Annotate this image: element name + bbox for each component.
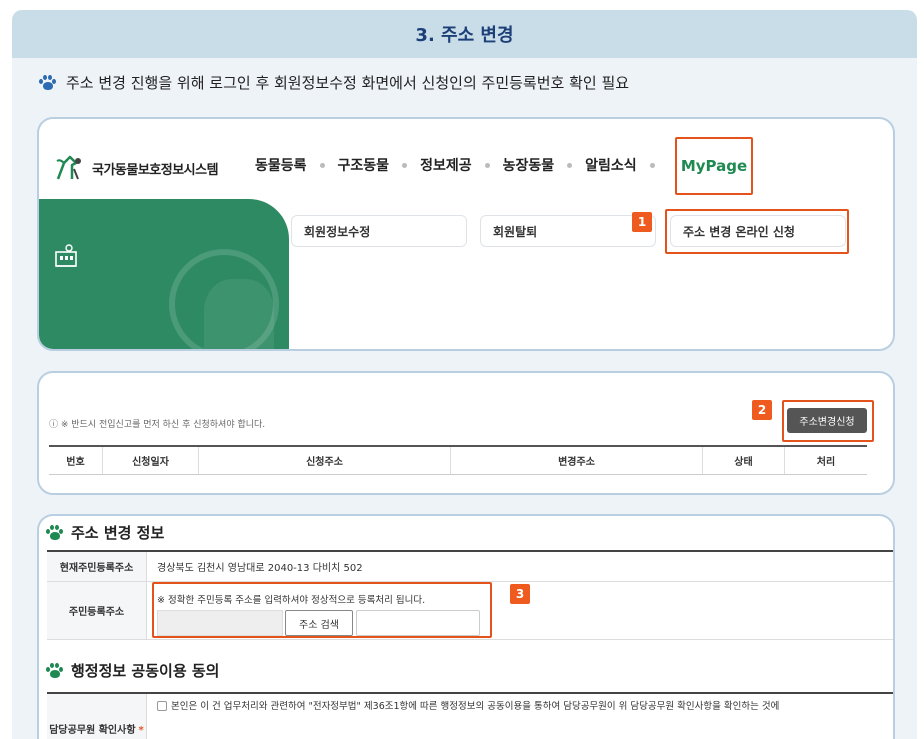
nav-item-registration[interactable]: 동물등록 (255, 155, 307, 175)
consent-text-cell: 본인은 이 건 업무처리와 관련하여 "전자정부법" 제36조1항에 따른 행정… (147, 694, 779, 739)
highlight-box-1 (665, 209, 849, 254)
current-address-row: 현재주민등록주소 경상북도 김천시 영남대로 2040-13 다비치 502 (47, 550, 893, 582)
section-title: 3. 주소 변경 (415, 25, 514, 46)
submenu-withdraw[interactable]: 회원탈퇴 (480, 215, 656, 247)
column-header: 상태 (703, 447, 785, 474)
column-header: 변경주소 (451, 447, 703, 474)
nav-item-info[interactable]: 정보제공 (420, 155, 472, 175)
address-info-title: 주소 변경 정보 (71, 524, 165, 542)
current-address-label: 현재주민등록주소 (47, 552, 147, 581)
animal-silhouette (204, 279, 274, 349)
step-badge-1: 1 (632, 212, 652, 232)
address-info-heading: 주소 변경 정보 (45, 522, 164, 543)
nav-separator (319, 162, 325, 168)
consent-text: 본인은 이 건 업무처리와 관련하여 "전자정부법" 제36조1항에 따른 행정… (171, 701, 780, 712)
consent-label: 담당공무원 확인사항 (49, 725, 136, 736)
main-panel: 3. 주소 변경 주소 변경 진행을 위해 로그인 후 회원정보수정 화면에서 … (12, 10, 917, 739)
application-list-card: ⓘ ※ 반드시 전입신고를 먼저 하신 후 신청하셔야 합니다. 2 주소변경신… (37, 371, 895, 495)
nav-item-rescue[interactable]: 구조동물 (338, 155, 390, 175)
consent-row: 담당공무원 확인사항 * 본인은 이 건 업무처리와 관련하여 "전자정부법" … (47, 692, 893, 739)
section-header: 3. 주소 변경 (12, 10, 917, 58)
column-header: 신청일자 (103, 447, 199, 474)
consent-label-cell: 담당공무원 확인사항 * (47, 694, 147, 739)
nav-separator (567, 162, 573, 168)
paw-icon (45, 524, 65, 542)
main-nav: 동물등록 구조동물 정보제공 농장동물 알림소식 (255, 155, 668, 175)
current-address-value: 경상북도 김천시 영남대로 2040-13 다비치 502 (157, 563, 363, 574)
logo-text: 국가동물보호정보시스템 (92, 162, 219, 178)
notice-text: ⓘ ※ 반드시 전입신고를 먼저 하신 후 신청하셔야 합니다. (49, 420, 266, 430)
intro-text: 주소 변경 진행을 위해 로그인 후 회원정보수정 화면에서 신청인의 주민등록… (66, 74, 630, 92)
required-mark: * (138, 725, 144, 736)
site-header-card: 국가동물보호정보시스템 동물등록 구조동물 정보제공 농장동물 알림소식 MyP… (37, 117, 895, 351)
column-header: 번호 (49, 447, 103, 474)
submenu-edit-profile[interactable]: 회원정보수정 (291, 215, 467, 247)
address-info-card: 주소 변경 정보 현재주민등록주소 경상북도 김천시 영남대로 2040-13 … (37, 514, 895, 739)
nav-separator (484, 162, 490, 168)
address-change-apply-button[interactable]: 주소변경신청 (787, 408, 867, 433)
intro-line: 주소 변경 진행을 위해 로그인 후 회원정보수정 화면에서 신청인의 주민등록… (38, 72, 629, 93)
building-icon (53, 243, 79, 269)
mypage-highlight: MyPage (675, 137, 753, 195)
paw-icon (38, 74, 58, 92)
highlight-box-3 (152, 582, 492, 638)
consent-heading: 행정정보 공동이용 동의 (45, 660, 219, 681)
step-badge-3: 3 (510, 584, 530, 604)
nav-item-farm[interactable]: 농장동물 (503, 155, 555, 175)
site-logo[interactable]: 국가동물보호정보시스템 (54, 153, 219, 183)
nav-separator (402, 162, 408, 168)
table-header: 번호 신청일자 신청주소 변경주소 상태 처리 (49, 445, 867, 475)
step-badge-2: 2 (752, 400, 772, 420)
nav-separator (649, 162, 655, 168)
consent-title: 행정정보 공동이용 동의 (71, 662, 220, 680)
column-header: 처리 (816, 457, 836, 468)
column-header: 신청주소 (199, 447, 451, 474)
resident-address-label: 주민등록주소 (47, 582, 147, 639)
consent-checkbox[interactable] (157, 701, 167, 711)
nav-item-mypage[interactable]: MyPage (681, 157, 747, 175)
hero-banner (39, 199, 289, 349)
paw-icon (45, 662, 65, 680)
nav-item-news[interactable]: 알림소식 (585, 155, 637, 175)
logo-icon (54, 153, 88, 183)
